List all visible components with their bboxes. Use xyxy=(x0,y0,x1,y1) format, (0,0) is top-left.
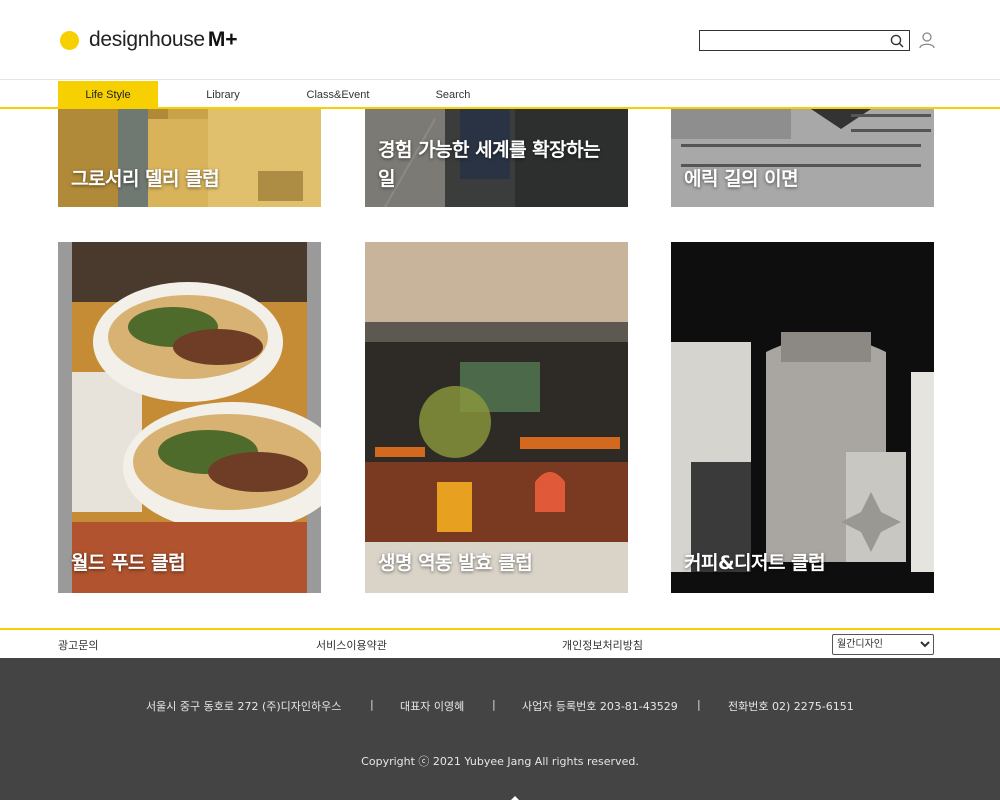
site-logo[interactable]: designhouse M+ xyxy=(60,28,238,52)
logo-mark: M+ xyxy=(207,28,238,51)
tab-class-event[interactable]: Class&Event xyxy=(288,81,388,109)
footer-separator: | xyxy=(370,698,374,711)
copyright-text: Copyright ⓒ 2021 Yubyee Jang All rights … xyxy=(361,755,639,768)
search-box xyxy=(699,30,910,52)
footer-links: 광고문의 서비스이용약관 개인정보처리방침 월간디자인 xyxy=(0,628,1000,658)
tacos-photo xyxy=(58,242,321,593)
privacy-link[interactable]: 개인정보처리방침 xyxy=(562,637,643,653)
family-site-select[interactable]: 월간디자인 xyxy=(832,634,934,655)
card-ferment[interactable]: 생명 역동 발효 클럽 xyxy=(365,242,628,593)
card-expand-world[interactable]: 경험 가능한 세계를 확장하는 일 xyxy=(365,109,628,207)
card-title: 생명 역동 발효 클럽 xyxy=(378,552,533,574)
card-title: 경험 가능한 세계를 확장하는 일 xyxy=(378,139,601,190)
company-phone: 전화번호 02) 2275-6151 xyxy=(728,700,854,713)
scroll-top-icon[interactable] xyxy=(511,796,519,800)
logo-dot-icon xyxy=(60,30,79,50)
site-footer: 서울시 중구 동호로 272 (주)디자인하우스 | 대표자 이영혜 | 사업자… xyxy=(0,658,1000,800)
main-nav: Life Style Library Class&Event Search xyxy=(0,81,1000,109)
company-address: 서울시 중구 동호로 272 (주)디자인하우스 xyxy=(146,700,342,713)
cafe-interior-photo xyxy=(365,242,628,593)
search-icon[interactable] xyxy=(889,33,905,49)
card-title: 커피&디저트 클럽 xyxy=(684,552,826,574)
company-ceo: 대표자 이영혜 xyxy=(400,700,465,713)
user-icon[interactable] xyxy=(918,31,936,49)
business-number: 사업자 등록번호 203-81-43529 xyxy=(522,700,678,713)
card-title: 그로서리 델리 클럽 xyxy=(71,168,220,190)
tab-search[interactable]: Search xyxy=(408,81,498,109)
card-coffee-dessert[interactable]: 커피&디저트 클럽 xyxy=(671,242,934,593)
footer-separator: | xyxy=(697,698,701,711)
card-title: 에릭 길의 이면 xyxy=(684,168,799,190)
terms-link[interactable]: 서비스이용약관 xyxy=(316,637,387,653)
card-title: 월드 푸드 클럽 xyxy=(71,552,186,574)
footer-separator: | xyxy=(492,698,496,711)
tab-life-style[interactable]: Life Style xyxy=(58,81,158,109)
ad-inquiry-link[interactable]: 광고문의 xyxy=(58,637,98,653)
search-input[interactable] xyxy=(700,32,885,52)
coffee-bags-photo xyxy=(671,242,934,593)
card-grocery-deli[interactable]: 그로서리 델리 클럽 xyxy=(58,109,321,207)
tab-library[interactable]: Library xyxy=(178,81,268,109)
card-eric-gill[interactable]: 에릭 길의 이면 xyxy=(671,109,934,207)
card-world-food[interactable]: 월드 푸드 클럽 xyxy=(58,242,321,593)
logo-text: designhouse xyxy=(89,28,205,51)
site-header: designhouse M+ xyxy=(0,0,1000,80)
